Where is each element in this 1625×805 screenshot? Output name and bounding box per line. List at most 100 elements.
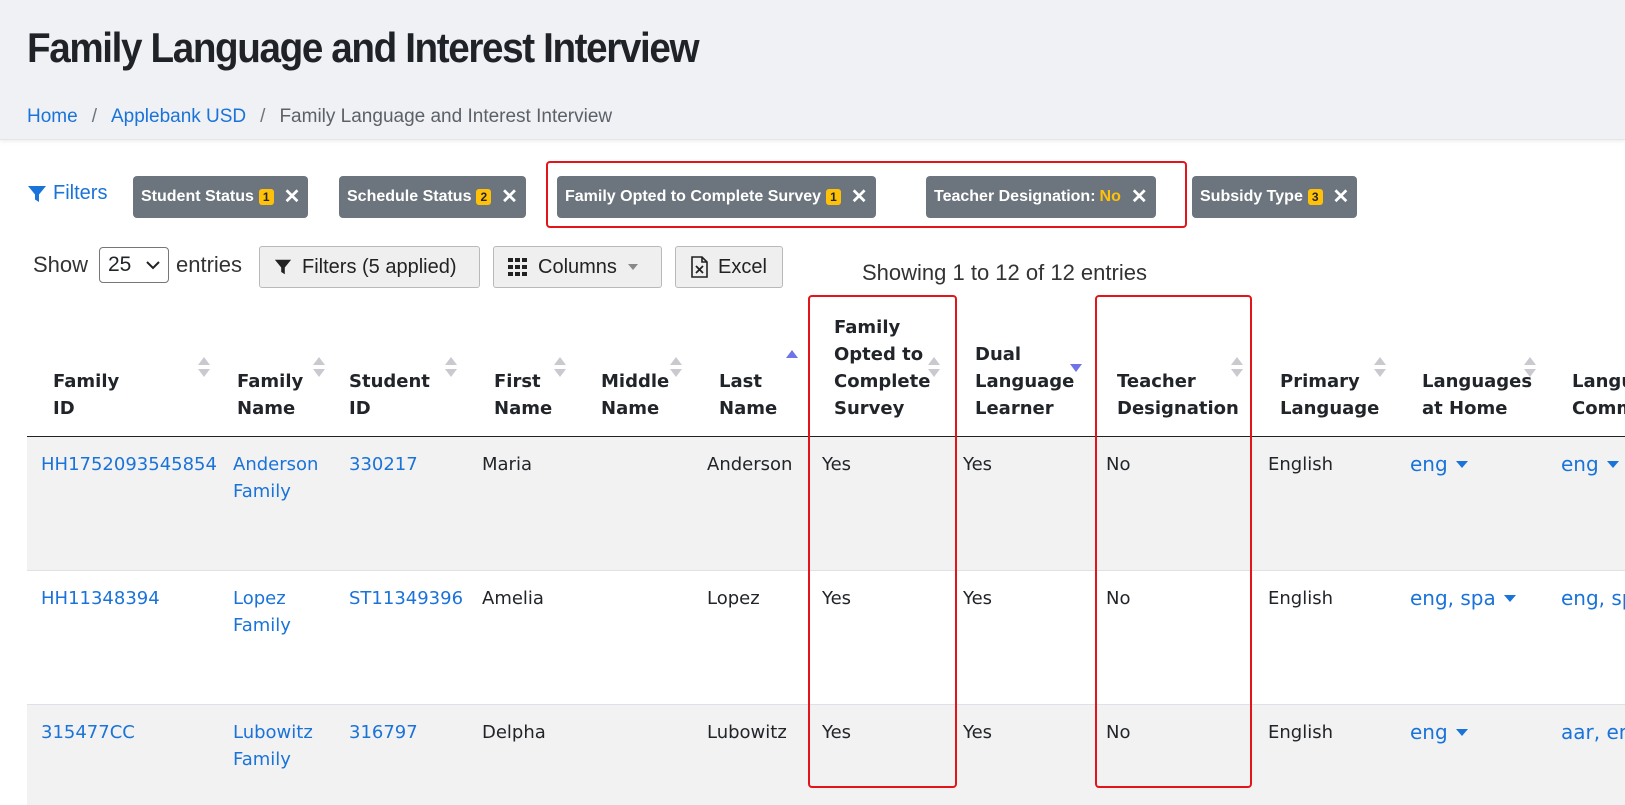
breadcrumb-home-link[interactable]: Home [27, 106, 78, 128]
sort-icon [553, 356, 567, 380]
sort-descending-icon [1069, 356, 1083, 380]
caret-down-icon [1455, 461, 1468, 468]
col-header-label: Langu Comm [1572, 371, 1625, 419]
opted-cell: Yes [822, 722, 852, 743]
chevron-down-icon [146, 261, 160, 270]
languages-comm-dropdown[interactable]: eng [1561, 451, 1619, 478]
sort-icon [669, 356, 683, 380]
close-icon[interactable]: ✕ [284, 187, 301, 207]
filter-chip-student-status: Student Status 1 ✕ [133, 176, 309, 218]
breadcrumb-current: Family Language and Interest Interview [279, 106, 613, 127]
languages-home-dropdown[interactable]: eng [1410, 451, 1468, 478]
sort-icon [1523, 356, 1537, 380]
filter-chip-family-opted: Family Opted to Complete Survey 1 ✕ [557, 176, 876, 218]
languages-comm-dropdown[interactable]: eng, sp [1561, 585, 1625, 612]
family-id-link[interactable]: HH11348394 [41, 585, 160, 612]
chip-label: Teacher Designation: [934, 188, 1096, 205]
col-header-label: Middle Name [601, 371, 670, 419]
data-table: Family ID Family Name Student ID First N… [27, 296, 1625, 805]
chip-count-badge: 1 [826, 189, 841, 205]
close-icon[interactable]: ✕ [851, 187, 868, 207]
sort-icon [444, 356, 458, 380]
filters-label: Filters [53, 182, 108, 204]
chip-value: No [1099, 188, 1121, 205]
sort-ascending-icon [785, 342, 799, 366]
table-row: HH1752093545854 Anderson Family 330217 M… [27, 437, 1625, 571]
excel-label: Excel [718, 255, 767, 278]
teacher-designation-cell: No [1106, 588, 1131, 609]
languages-comm-value: eng, sp [1561, 586, 1625, 610]
page-size-value: 25 [108, 253, 132, 276]
sort-icon [927, 356, 941, 380]
filter-chip-schedule-status: Schedule Status 2 ✕ [339, 176, 526, 218]
columns-button[interactable]: Columns [493, 246, 662, 288]
col-header-label: Primary Language [1280, 371, 1380, 419]
family-name-link[interactable]: Lubowitz Family [233, 719, 313, 773]
chip-count-badge: 3 [1307, 189, 1323, 205]
family-name-link[interactable]: Lopez Family [233, 585, 291, 639]
col-header-label: Dual Language Learner [975, 344, 1075, 419]
page-size-select[interactable]: 25 [99, 247, 169, 283]
filters-toggle-link[interactable]: Filters [27, 182, 107, 205]
chip-label: Student Status [141, 188, 254, 205]
chip-count-badge: 2 [476, 189, 492, 205]
table-row: HH11348394 Lopez Family ST11349396 Ameli… [27, 571, 1625, 705]
languages-home-value: eng, spa [1410, 586, 1496, 610]
entries-label: entries [176, 252, 243, 277]
caret-down-icon [1503, 595, 1516, 602]
teacher-designation-cell: No [1106, 454, 1131, 475]
dll-cell: Yes [963, 722, 993, 743]
opted-cell: Yes [822, 454, 852, 475]
caret-down-icon [1455, 729, 1468, 736]
sort-icon [1373, 356, 1387, 380]
filter-icon [28, 185, 46, 202]
student-id-link[interactable]: 330217 [349, 451, 418, 478]
first-name-cell: Delpha [482, 722, 546, 743]
languages-comm-dropdown[interactable]: aar, eng [1561, 719, 1625, 746]
student-id-link[interactable]: ST11349396 [349, 585, 463, 612]
languages-comm-value: eng [1561, 452, 1599, 476]
excel-export-button[interactable]: Excel [675, 246, 783, 288]
sort-icon [197, 356, 211, 380]
filter-icon [274, 259, 292, 275]
breadcrumb-separator: / [91, 106, 97, 127]
family-id-link[interactable]: 315477CC [41, 719, 135, 746]
last-name-cell: Anderson [707, 454, 793, 475]
teacher-designation-cell: No [1106, 722, 1131, 743]
col-header-label: Last Name [719, 371, 778, 419]
col-header-label: Family ID [53, 371, 120, 419]
first-name-cell: Amelia [482, 588, 544, 609]
chip-label: Family Opted to Complete Survey [565, 188, 822, 205]
breadcrumb: Home / Applebank USD / Family Language a… [27, 106, 612, 128]
col-header-label: Student ID [349, 371, 430, 419]
dll-cell: Yes [963, 454, 993, 475]
opted-cell: Yes [822, 588, 852, 609]
filter-chip-teacher-designation: Teacher Designation: No ✕ [926, 176, 1156, 218]
languages-home-value: eng [1410, 720, 1448, 744]
family-id-link[interactable]: HH1752093545854 [41, 451, 217, 478]
chip-label: Schedule Status [347, 188, 472, 205]
languages-home-dropdown[interactable]: eng [1410, 719, 1468, 746]
languages-home-dropdown[interactable]: eng, spa [1410, 585, 1516, 612]
breadcrumb-district-link[interactable]: Applebank USD [111, 106, 246, 128]
filters-applied-label: Filters (5 applied) [302, 255, 457, 278]
page-title: Family Language and Interest Interview [27, 24, 700, 71]
filters-applied-button[interactable]: Filters (5 applied) [259, 246, 480, 288]
col-header-label: Family Opted to Complete Survey [834, 317, 931, 419]
columns-label: Columns [538, 255, 617, 278]
col-header-label: Family Name [237, 371, 304, 419]
caret-down-icon [627, 264, 638, 270]
close-icon[interactable]: ✕ [501, 187, 518, 207]
close-icon[interactable]: ✕ [1333, 187, 1350, 207]
sort-icon [1230, 356, 1244, 380]
dll-cell: Yes [963, 588, 993, 609]
table-row: 315477CC Lubowitz Family 316797 Delpha L… [27, 705, 1625, 805]
family-name-link[interactable]: Anderson Family [233, 451, 318, 505]
col-header-label: Languages at Home [1422, 371, 1533, 419]
student-id-link[interactable]: 316797 [349, 719, 418, 746]
close-icon[interactable]: ✕ [1131, 187, 1148, 207]
primary-language-cell: English [1268, 588, 1333, 609]
languages-home-value: eng [1410, 452, 1448, 476]
chip-count-badge: 1 [258, 189, 274, 205]
breadcrumb-separator: / [260, 106, 266, 127]
